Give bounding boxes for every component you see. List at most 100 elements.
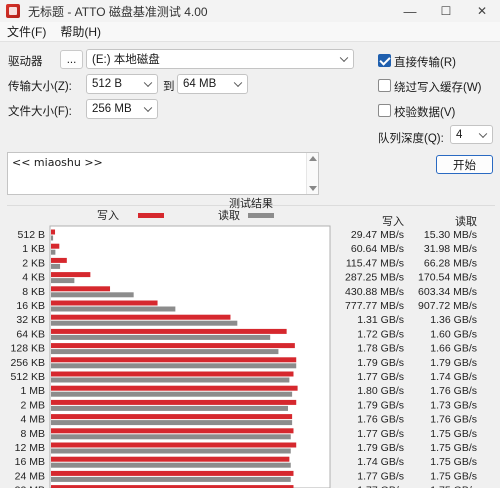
read-value-label: 1.36 GB/s — [430, 314, 477, 326]
legend-read-label: 读取 — [218, 208, 240, 222]
category-label: 32 MB — [15, 485, 45, 488]
transfer-from-select[interactable]: 512 B — [86, 74, 158, 94]
read-value-label: 66.28 MB/s — [424, 257, 477, 269]
write-value-label: 1.79 GB/s — [357, 399, 404, 411]
read-value-label: 1.74 GB/s — [430, 371, 477, 383]
file-size-label: 文件大小(F): — [8, 106, 72, 118]
category-label: 4 KB — [22, 272, 45, 284]
write-value-label: 1.77 GB/s — [357, 428, 404, 440]
transfer-to-select[interactable]: 64 MB — [177, 74, 248, 94]
scroll-down-icon[interactable] — [309, 186, 317, 191]
chevron-down-icon — [143, 103, 153, 113]
category-label: 8 KB — [22, 286, 45, 298]
read-bar — [51, 306, 176, 312]
read-bar — [51, 434, 291, 440]
column-header-read: 读取 — [455, 214, 477, 228]
write-bar — [51, 399, 297, 405]
transfer-from-value: 512 B — [92, 78, 123, 90]
app-icon — [6, 4, 20, 18]
legend-write-swatch — [138, 213, 164, 218]
write-bar — [51, 328, 287, 334]
read-value-label: 1.79 GB/s — [430, 357, 477, 369]
write-value-label: 1.77 GB/s — [357, 371, 404, 383]
read-value-label: 907.72 MB/s — [418, 300, 477, 312]
category-label: 256 KB — [11, 357, 45, 369]
minimize-button[interactable]: — — [392, 0, 428, 22]
bypass-cache-label[interactable]: 绕过写入缓存(W) — [394, 79, 482, 95]
description-scrollbar[interactable] — [306, 153, 318, 194]
start-button[interactable]: 开始 — [436, 155, 493, 174]
results-title: 测试结果 — [229, 197, 273, 210]
menu-bar: 文件(F) 帮助(H) — [0, 22, 500, 42]
queue-depth-select[interactable]: 4 — [450, 125, 493, 144]
chart-plot-area — [49, 225, 331, 488]
file-size-select[interactable]: 256 MB — [86, 99, 158, 119]
maximize-button[interactable]: ☐ — [428, 0, 464, 22]
scroll-up-icon[interactable] — [309, 156, 317, 161]
legend-write-label: 写入 — [97, 210, 119, 222]
category-label: 8 MB — [20, 428, 45, 440]
read-value-label: 31.98 MB/s — [424, 243, 477, 255]
write-bar — [51, 456, 290, 462]
category-label: 32 KB — [16, 314, 45, 326]
queue-depth-value: 4 — [456, 128, 463, 141]
write-value-label: 1.31 GB/s — [357, 314, 404, 326]
write-bar — [51, 357, 297, 363]
read-value-label: 170.54 MB/s — [418, 272, 477, 284]
write-bar — [51, 300, 158, 306]
direct-io-checkbox[interactable] — [378, 54, 391, 67]
column-header-write: 写入 — [382, 216, 404, 228]
verify-data-checkbox[interactable] — [378, 104, 391, 117]
write-bar — [51, 243, 60, 249]
verify-data-label[interactable]: 校验数据(V) — [394, 104, 455, 120]
read-value-label: 1.76 GB/s — [430, 385, 477, 397]
bypass-cache-checkbox[interactable] — [378, 79, 391, 92]
chevron-down-icon — [478, 129, 488, 138]
window-controls: — ☐ ✕ — [392, 0, 500, 22]
read-value-label: 603.34 MB/s — [418, 286, 477, 298]
write-value-label: 60.64 MB/s — [351, 243, 404, 255]
category-label: 1 KB — [22, 243, 45, 255]
legend-read-swatch — [248, 213, 274, 218]
read-value-label: 15.30 MB/s — [424, 229, 477, 241]
read-bar — [51, 363, 297, 369]
write-value-label: 1.80 GB/s — [357, 385, 404, 397]
browse-button[interactable]: ... — [60, 50, 83, 69]
read-bar — [51, 334, 271, 340]
drive-select[interactable]: (E:) 本地磁盘 — [86, 49, 354, 69]
write-bar — [51, 257, 67, 263]
read-bar — [51, 278, 75, 284]
write-bar — [51, 229, 56, 235]
read-bar — [51, 448, 291, 454]
drive-select-value: (E:) 本地磁盘 — [92, 54, 160, 66]
category-label: 512 KB — [11, 371, 45, 383]
write-value-label: 1.79 GB/s — [357, 357, 404, 369]
write-value-label: 1.77 GB/s — [357, 470, 404, 482]
write-bar — [51, 385, 298, 391]
write-bar — [51, 414, 293, 420]
description-textarea[interactable]: << miaoshu >> — [7, 152, 319, 195]
write-value-label: 1.77 GB/s — [357, 485, 404, 488]
category-label: 2 MB — [20, 399, 45, 411]
write-bar — [51, 442, 297, 448]
read-bar — [51, 391, 293, 397]
read-value-label: 1.75 GB/s — [430, 470, 477, 482]
to-label: 到 — [163, 81, 175, 93]
write-bar — [51, 314, 231, 320]
write-value-label: 1.78 GB/s — [357, 343, 404, 355]
menu-help[interactable]: 帮助(H) — [53, 23, 108, 40]
read-bar — [51, 349, 279, 355]
close-button[interactable]: ✕ — [464, 0, 500, 22]
transfer-size-label: 传输大小(Z): — [8, 81, 72, 93]
results-chart: 测试结果写入 读取 写入 读取512 B 29.47 MB/s 15.30 MB/s1 K… — [11, 197, 477, 488]
drive-label: 驱动器 — [8, 56, 43, 68]
read-bar — [51, 235, 54, 241]
category-label: 12 MB — [15, 442, 45, 454]
read-value-label: 1.75 GB/s — [430, 485, 477, 488]
window-title: 无标题 - ATTO 磁盘基准测试 4.00 — [28, 4, 208, 19]
direct-io-label[interactable]: 直接传输(R) — [394, 54, 456, 70]
menu-file[interactable]: 文件(F) — [0, 23, 53, 40]
write-bar — [51, 272, 91, 278]
read-value-label: 1.75 GB/s — [430, 442, 477, 454]
category-label: 16 MB — [15, 456, 45, 468]
